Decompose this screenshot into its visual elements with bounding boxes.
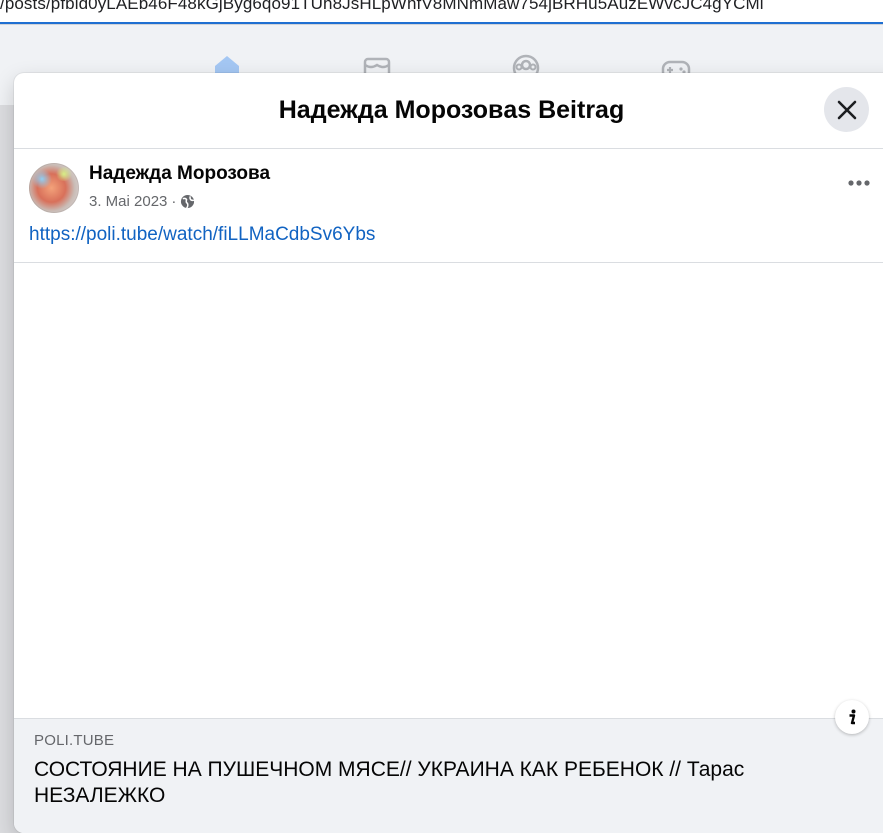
post-header: Надежда Морозова 3. Mai 2023 · [29, 163, 870, 223]
info-icon [849, 709, 856, 725]
globe-icon [181, 194, 195, 209]
post-dialog: Надежда Морозовas Beitrag Надежда Морозо… [14, 73, 883, 833]
info-button[interactable] [835, 700, 869, 734]
post-date[interactable]: 3. Mai 2023 [89, 193, 167, 210]
more-options-button[interactable] [841, 165, 877, 201]
link-title[interactable]: СОСТОЯНИЕ НА ПУШЕЧНОМ МЯСЕ// УКРАИНА КАК… [34, 757, 794, 809]
dialog-title: Надежда Морозовas Beitrag [278, 96, 625, 124]
more-dots-icon [848, 180, 870, 186]
post-link[interactable]: https://poli.tube/watch/fiLLMaCdbSv6Ybs [29, 224, 375, 246]
close-icon [837, 100, 856, 119]
link-preview-media[interactable] [14, 263, 883, 718]
url-text: /posts/pfbid0yLAEb46F48kGjByg6qo91TUh8Js… [0, 0, 764, 13]
close-button[interactable] [824, 87, 869, 132]
post-meta: 3. Mai 2023 · [89, 193, 195, 210]
browser-address-bar[interactable]: /posts/pfbid0yLAEb46F48kGjByg6qo91TUh8Js… [0, 0, 883, 24]
author-name[interactable]: Надежда Морозова [89, 163, 270, 185]
link-preview-footer[interactable]: POLI.TUBE СОСТОЯНИЕ НА ПУШЕЧНОМ МЯСЕ// У… [14, 718, 883, 833]
meta-separator: · [171, 193, 177, 210]
link-domain: POLI.TUBE [34, 732, 115, 749]
avatar[interactable] [29, 163, 79, 213]
dialog-header: Надежда Морозовas Beitrag [14, 73, 883, 149]
